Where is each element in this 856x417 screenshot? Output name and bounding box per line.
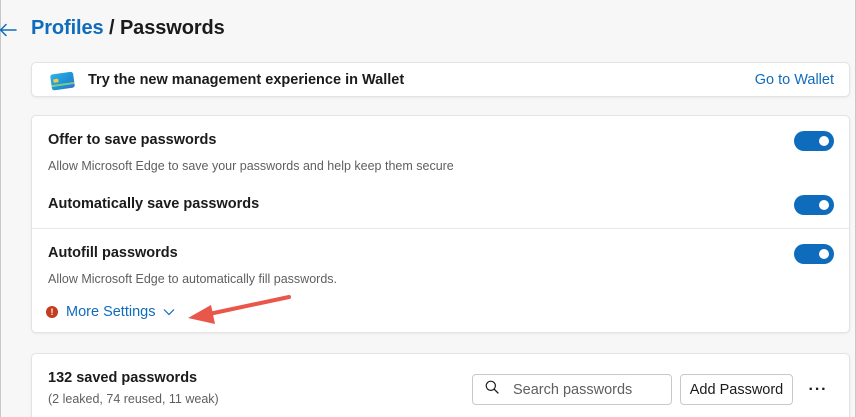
wallet-banner-text: Try the new management experience in Wal…	[88, 72, 405, 88]
arrow-left-icon[interactable]	[0, 18, 19, 42]
search-box[interactable]	[472, 374, 672, 405]
toggle-knob	[819, 136, 829, 146]
toggle-knob	[819, 200, 829, 210]
breadcrumb-separator: /	[103, 17, 120, 39]
more-settings-button[interactable]: ! More Settings	[46, 304, 175, 320]
add-password-button[interactable]: Add Password	[680, 374, 793, 405]
autofill-title: Autofill passwords	[48, 245, 178, 261]
offer-save-toggle[interactable]	[794, 131, 834, 151]
more-settings-label: More Settings	[66, 304, 156, 320]
autofill-description: Allow Microsoft Edge to automatically fi…	[48, 272, 338, 286]
wallet-banner: Try the new management experience in Wal…	[31, 62, 850, 97]
passwords-settings-page: Profiles / Passwords Try the new managem…	[0, 0, 856, 417]
chevron-down-icon	[163, 308, 175, 316]
search-icon	[485, 380, 499, 399]
alert-icon: !	[46, 306, 58, 318]
offer-save-title: Offer to save passwords	[48, 132, 217, 148]
offer-save-description: Allow Microsoft Edge to save your passwo…	[48, 159, 454, 173]
breadcrumb-profiles[interactable]: Profiles	[31, 17, 104, 39]
more-options-button[interactable]: ···	[804, 374, 832, 405]
page-title: Profiles / Passwords	[31, 17, 225, 40]
breadcrumb-current: Passwords	[119, 17, 225, 39]
password-health-summary: (2 leaked, 74 reused, 11 weak)	[48, 392, 219, 406]
saved-passwords-card: 132 saved passwords (2 leaked, 74 reused…	[31, 353, 850, 417]
password-settings-card: Offer to save passwords Allow Microsoft …	[31, 115, 850, 333]
toggle-knob	[819, 249, 829, 259]
divider	[32, 228, 849, 229]
auto-save-title: Automatically save passwords	[48, 196, 260, 212]
search-passwords-input[interactable]	[513, 381, 663, 398]
go-to-wallet-link[interactable]: Go to Wallet	[755, 72, 834, 88]
autofill-toggle[interactable]	[794, 244, 834, 264]
saved-passwords-count: 132 saved passwords	[48, 370, 198, 386]
wallet-card-icon	[48, 69, 78, 98]
auto-save-toggle[interactable]	[794, 195, 834, 215]
